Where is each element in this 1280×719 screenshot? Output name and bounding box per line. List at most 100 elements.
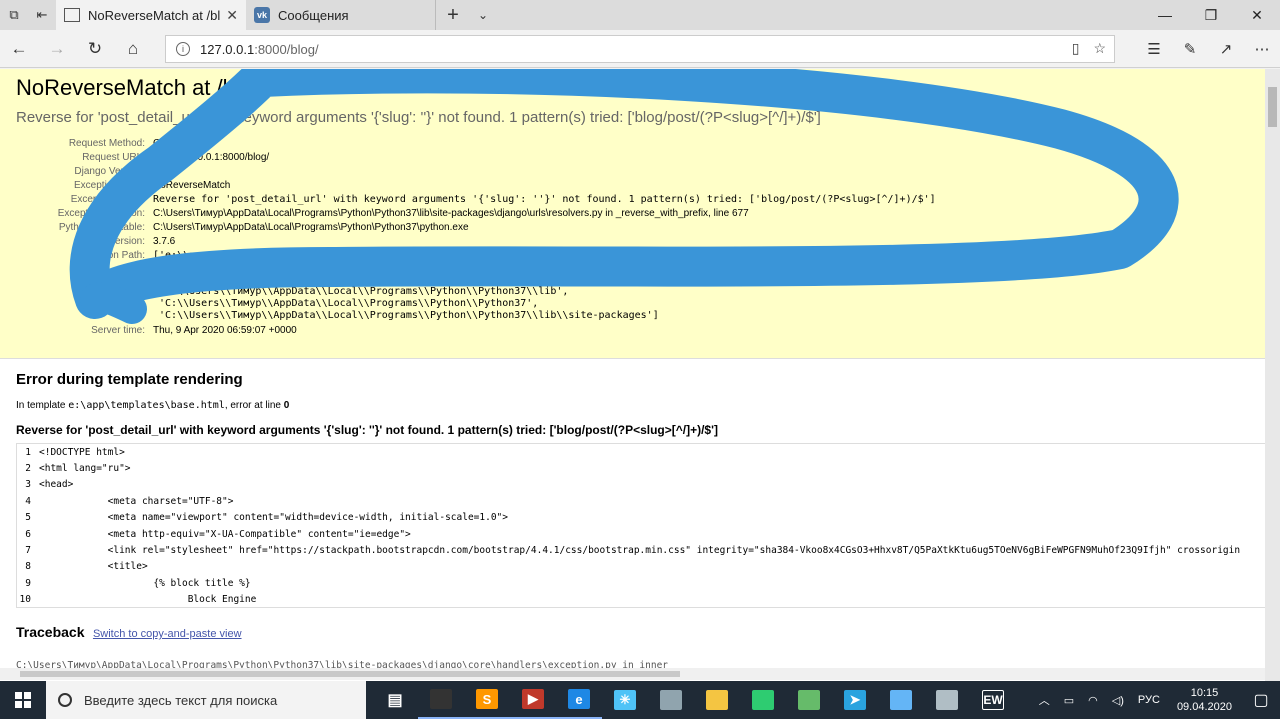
remote-desktop-icon[interactable] bbox=[878, 681, 924, 719]
git-app-glyph bbox=[798, 690, 820, 710]
error-subtitle: Reverse for 'post_detail_url' with keywo… bbox=[16, 109, 821, 126]
page-title: NoReverseMatch at /blog/ bbox=[16, 75, 271, 100]
location-prefix: In template bbox=[16, 400, 69, 411]
pycharm-glyph bbox=[752, 690, 774, 710]
reading-view-icon[interactable]: ▯ bbox=[1072, 40, 1080, 57]
notifications-icon[interactable]: ▢ bbox=[1242, 681, 1280, 719]
meta-row: Request URL: http://127.0.0.1:8000/blog/ bbox=[16, 150, 936, 164]
line-number: 2 bbox=[25, 463, 31, 475]
clock-time: 10:15 bbox=[1190, 687, 1219, 699]
task-view-icon[interactable]: ▤ bbox=[372, 681, 418, 719]
wifi-icon[interactable]: ◠ bbox=[1088, 694, 1098, 707]
meta-label: Request URL: bbox=[82, 152, 145, 163]
template-error-heading: Error during template rendering bbox=[16, 371, 243, 388]
terminal-icon[interactable] bbox=[418, 681, 464, 719]
traceback-heading: Traceback bbox=[16, 624, 85, 640]
close-window-icon[interactable]: ✕ bbox=[1234, 0, 1280, 30]
line-number: 3 bbox=[25, 479, 31, 491]
line-number: 5 bbox=[25, 512, 31, 524]
switch-view-link[interactable]: Switch to copy-and-paste view bbox=[93, 628, 242, 640]
taskbar-search[interactable]: Введите здесь текст для поиска bbox=[46, 681, 366, 719]
language-indicator[interactable]: РУС bbox=[1138, 694, 1160, 706]
site-info-icon[interactable]: i bbox=[176, 42, 190, 56]
media-player-icon[interactable]: ▶ bbox=[510, 681, 556, 719]
set-aside-tabs-icon[interactable]: ⇤ bbox=[28, 0, 56, 30]
close-tab-icon[interactable]: ✕ bbox=[226, 7, 238, 24]
tab-messages[interactable]: vk Сообщения bbox=[246, 0, 436, 30]
meta-label: Django Version: bbox=[74, 166, 145, 177]
template-error-message: Reverse for 'post_detail_url' with keywo… bbox=[16, 423, 718, 437]
horizontal-scrollbar[interactable] bbox=[0, 668, 1265, 680]
more-icon[interactable]: ⋯ bbox=[1244, 30, 1280, 68]
taskbar: Введите здесь текст для поиска ▤ S ▶ e ✳ ➤ EW … bbox=[0, 681, 1280, 719]
git-app-icon[interactable] bbox=[786, 681, 832, 719]
meta-value: 3.0.4 bbox=[153, 166, 176, 177]
minimize-icon[interactable]: — bbox=[1142, 0, 1188, 30]
windows-start-icon[interactable] bbox=[0, 681, 46, 719]
back-icon[interactable]: ← bbox=[0, 30, 38, 68]
tab-list-button[interactable]: ⌄ bbox=[470, 8, 496, 22]
tab-actions-icon[interactable]: ⧉ bbox=[0, 0, 28, 30]
favorites-list-icon[interactable]: ☰ bbox=[1136, 30, 1172, 68]
python-path-entry: ['e:\\app', bbox=[153, 250, 220, 261]
meta-label: Exception Value: bbox=[70, 194, 145, 205]
home-icon[interactable]: ⌂ bbox=[114, 30, 152, 68]
meta-row: Server time: Thu, 9 Apr 2020 06:59:07 +00… bbox=[16, 323, 936, 337]
sublime-text-icon[interactable]: S bbox=[464, 681, 510, 719]
template-file: e:\app\templates\base.html bbox=[68, 400, 225, 411]
source-line: 8 <title> bbox=[17, 559, 1265, 575]
page-content: NoReverseMatch at /blog/ Reverse for 'po… bbox=[0, 69, 1265, 681]
url-path: :8000/blog/ bbox=[254, 41, 319, 57]
tab-noreversematch[interactable]: NoReverseMatch at /blo ✕ bbox=[56, 0, 246, 30]
meta-row: Python Version: 3.7.6 bbox=[16, 234, 936, 248]
favorite-star-icon[interactable]: ☆ bbox=[1093, 40, 1106, 57]
line-code: <!DOCTYPE html> bbox=[39, 446, 125, 458]
media-player-glyph: ▶ bbox=[522, 689, 544, 709]
meta-label: Exception Location: bbox=[57, 208, 145, 219]
meta-value: http://127.0.0.1:8000/blog/ bbox=[153, 152, 270, 163]
scroll-thumb[interactable] bbox=[20, 671, 680, 677]
edge-glyph: e bbox=[568, 689, 590, 709]
battery-icon[interactable]: ▭ bbox=[1064, 694, 1074, 707]
remote-desktop-glyph bbox=[890, 690, 912, 710]
taskbar-apps: ▤ S ▶ e ✳ ➤ EW bbox=[372, 681, 1016, 719]
word-app-icon[interactable]: EW bbox=[970, 681, 1016, 719]
vertical-scrollbar[interactable] bbox=[1265, 69, 1280, 681]
tab-bar: ⧉ ⇤ NoReverseMatch at /blo ✕ vk Сообщени… bbox=[0, 0, 1280, 30]
meta-label: Python Path: bbox=[87, 250, 145, 261]
photos-glyph bbox=[660, 690, 682, 710]
file-explorer-icon[interactable] bbox=[694, 681, 740, 719]
meta-row: Exception Location: C:\Users\Тимур\AppDat… bbox=[16, 206, 936, 220]
edge-icon[interactable]: e bbox=[556, 681, 602, 719]
location-suffix: , error at line bbox=[224, 400, 284, 411]
clock[interactable]: 10:15 09.04.2020 bbox=[1177, 686, 1232, 714]
address-input[interactable]: i 127.0.0.1:8000/blog/ ▯ ☆ bbox=[165, 35, 1115, 63]
meta-label: Exception Type: bbox=[74, 180, 145, 191]
new-tab-button[interactable]: + bbox=[436, 4, 470, 27]
package-app-glyph bbox=[936, 690, 958, 710]
python-path-entry: 'C:\\Users\\Тимур\\AppData\\Local\\Progr… bbox=[153, 274, 575, 285]
telegram-icon[interactable]: ➤ bbox=[832, 681, 878, 719]
line-code: <link rel="stylesheet" href="https://sta… bbox=[39, 545, 1241, 557]
restore-icon[interactable]: ❐ bbox=[1188, 0, 1234, 30]
file-explorer-glyph bbox=[706, 690, 728, 710]
photos-icon[interactable] bbox=[648, 681, 694, 719]
line-code: <head> bbox=[39, 479, 74, 491]
pen-icon[interactable]: ✎ bbox=[1172, 30, 1208, 68]
share-icon[interactable]: ↗ bbox=[1208, 30, 1244, 68]
snowflake-app-icon[interactable]: ✳ bbox=[602, 681, 648, 719]
forward-icon[interactable]: → bbox=[38, 30, 76, 68]
meta-row: Request Method: GET bbox=[16, 136, 936, 150]
line-number: 7 bbox=[25, 545, 31, 557]
volume-icon[interactable]: ◁) bbox=[1112, 694, 1124, 707]
source-line: 4 <meta charset="UTF-8"> bbox=[17, 493, 1265, 509]
tab-title: Сообщения bbox=[278, 7, 349, 23]
chevron-up-icon[interactable]: ︿ bbox=[1039, 692, 1050, 708]
package-app-icon[interactable] bbox=[924, 681, 970, 719]
task-view-glyph: ▤ bbox=[387, 692, 403, 709]
meta-value: ['e:\\app', 'C:\\Users\\Тимур\\AppData\\… bbox=[153, 248, 936, 323]
meta-label: Python Executable: bbox=[58, 222, 145, 233]
pycharm-icon[interactable] bbox=[740, 681, 786, 719]
scroll-thumb[interactable] bbox=[1268, 87, 1277, 127]
refresh-icon[interactable]: ↻ bbox=[76, 30, 114, 68]
